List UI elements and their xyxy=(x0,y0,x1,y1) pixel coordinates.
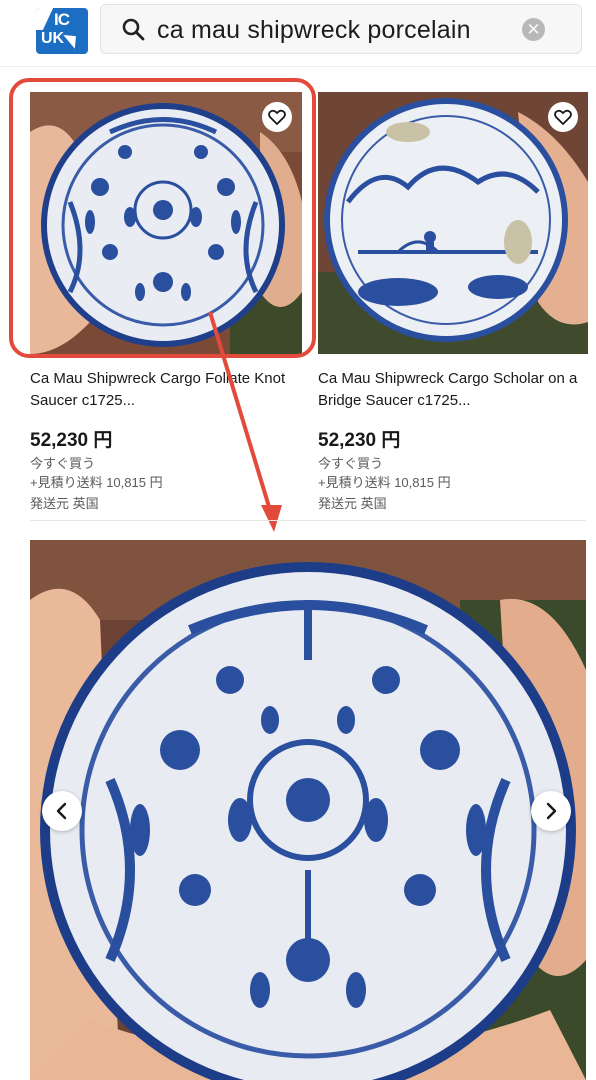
listing-price: 52,230 円 xyxy=(30,430,113,451)
search-icon[interactable] xyxy=(121,17,145,46)
clear-search-icon[interactable]: ✕ xyxy=(522,18,545,41)
section-divider xyxy=(30,520,586,521)
chevron-left-icon xyxy=(56,802,67,820)
shipping-cost: +見積り送料 10,815 円 xyxy=(318,475,451,490)
listing-image[interactable] xyxy=(30,92,302,354)
listing-title[interactable]: Ca Mau Shipwreck Cargo Scholar on a Brid… xyxy=(318,368,596,412)
enlarged-listing-image[interactable] xyxy=(30,540,586,1080)
buy-now-label: 今すぐ買う xyxy=(30,456,96,471)
listing-card[interactable]: Ca Mau Shipwreck Cargo Foliate Knot Sauc… xyxy=(30,86,308,518)
header-divider xyxy=(0,66,596,67)
top-bar: IC UK ca mau shipwreck porcelain ✕ xyxy=(0,0,596,66)
listing-title[interactable]: Ca Mau Shipwreck Cargo Foliate Knot Sauc… xyxy=(30,368,308,412)
gallery-prev-button[interactable] xyxy=(42,791,82,831)
buy-now-label: 今すぐ買う xyxy=(318,456,384,471)
listing-image[interactable] xyxy=(318,92,588,354)
ships-from: 発送元 英国 xyxy=(30,496,99,511)
logo-text-top: IC xyxy=(54,10,70,29)
search-bar[interactable]: ca mau shipwreck porcelain ✕ xyxy=(100,4,582,54)
favorite-heart-icon[interactable] xyxy=(548,102,578,132)
logo-text-bottom: UK xyxy=(41,30,65,47)
logo-notch xyxy=(36,8,54,30)
chevron-right-icon xyxy=(546,802,557,820)
search-input[interactable]: ca mau shipwreck porcelain xyxy=(157,16,471,45)
logo-cursor-icon xyxy=(63,29,82,49)
shipping-cost: +見積り送料 10,815 円 xyxy=(30,475,163,490)
favorite-heart-icon[interactable] xyxy=(262,102,292,132)
gallery-next-button[interactable] xyxy=(531,791,571,831)
listing-card[interactable]: Ca Mau Shipwreck Cargo Scholar on a Brid… xyxy=(318,86,588,518)
ships-from: 発送元 英国 xyxy=(318,496,387,511)
listing-price: 52,230 円 xyxy=(318,430,401,451)
icuk-logo[interactable]: IC UK xyxy=(36,8,88,54)
